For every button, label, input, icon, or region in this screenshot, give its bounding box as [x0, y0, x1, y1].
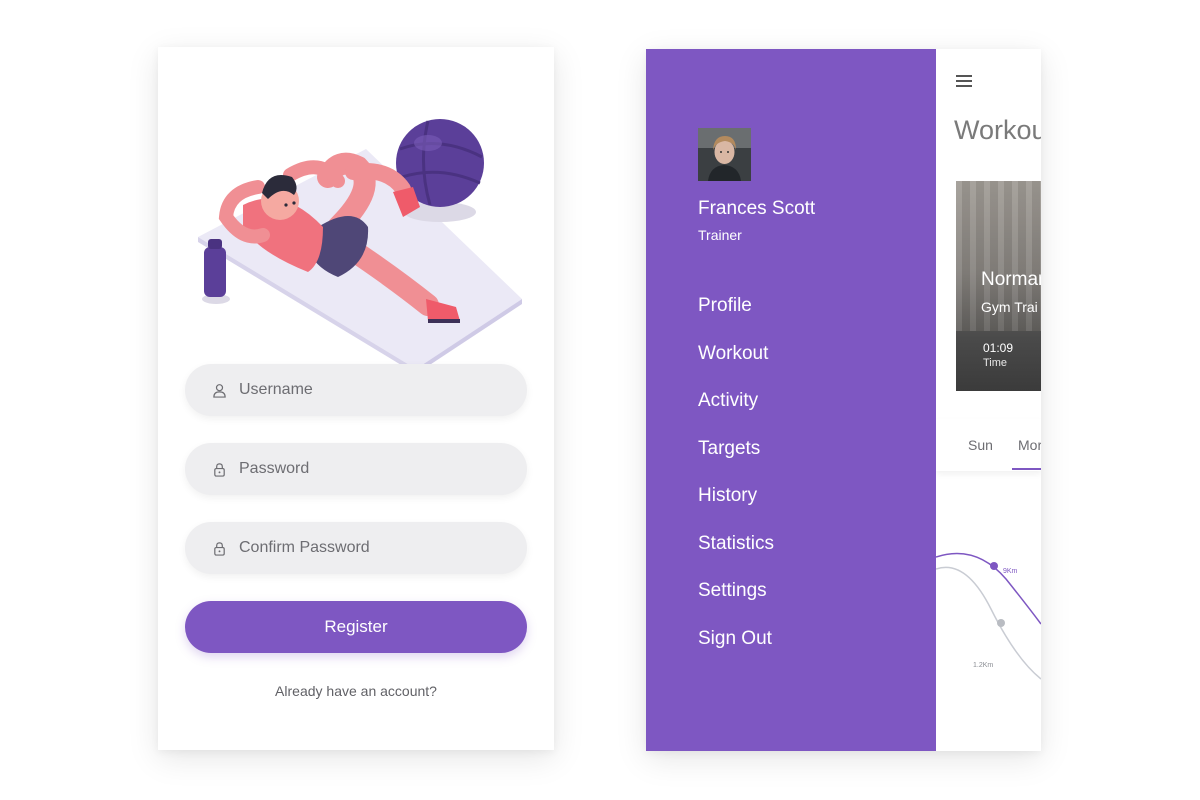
menu-item-settings[interactable]: Settings	[698, 579, 774, 627]
menu-item-profile[interactable]: Profile	[698, 294, 774, 342]
user-role: Trainer	[698, 227, 742, 243]
lock-icon	[211, 461, 227, 477]
password-field[interactable]	[185, 443, 527, 495]
trainer-card[interactable]: Normar Gym Trai 01:09 Time	[956, 181, 1041, 391]
card-time-value: 01:09	[983, 341, 1014, 355]
register-button[interactable]: Register	[185, 601, 527, 653]
workout-illustration	[198, 119, 522, 367]
password-input[interactable]	[239, 460, 519, 478]
menu-item-sign-out[interactable]: Sign Out	[698, 627, 774, 675]
username-input[interactable]	[239, 381, 519, 399]
login-link[interactable]: Already have an account?	[158, 683, 554, 699]
day-tabs: Sun Mor	[936, 419, 1041, 471]
lock-icon	[211, 540, 227, 556]
menu-item-statistics[interactable]: Statistics	[698, 532, 774, 580]
card-trainer-role: Gym Trai	[981, 299, 1038, 315]
tab-mon[interactable]: Mor	[1018, 437, 1041, 453]
register-screen: Register Already have an account?	[158, 47, 554, 750]
menu-item-targets[interactable]: Targets	[698, 437, 774, 485]
card-time-label: Time	[983, 357, 1008, 369]
confirm-password-field[interactable]	[185, 522, 527, 574]
menu-item-workout[interactable]: Workout	[698, 342, 774, 390]
menu-item-activity[interactable]: Activity	[698, 389, 774, 437]
menu-icon[interactable]	[956, 75, 974, 89]
stage: Register Already have an account? Workou…	[0, 0, 1200, 800]
distance-chart: 9Km 1.2Km	[936, 552, 1041, 680]
tab-sun[interactable]: Sun	[968, 437, 993, 453]
username-field[interactable]	[185, 364, 527, 416]
card-trainer-name: Normar	[981, 269, 1041, 290]
page-title: Workou	[954, 115, 1041, 145]
chart-label-secondary: 1.2Km	[973, 662, 993, 669]
confirm-password-input[interactable]	[239, 539, 519, 557]
drawer-menu: Profile Workout Activity Targets History…	[698, 294, 774, 674]
user-icon	[211, 382, 227, 398]
chart-line-primary	[936, 552, 1041, 625]
workout-screen: Workou Normar Gym Trai 01:09 Time Sun Mo…	[936, 49, 1041, 751]
menu-item-history[interactable]: History	[698, 484, 774, 532]
tab-active-indicator	[1012, 468, 1041, 470]
chart-point-primary	[990, 562, 998, 570]
user-name: Frances Scott	[698, 198, 816, 219]
nav-drawer: Frances Scott Trainer Profile Workout Ac…	[646, 49, 936, 751]
chart-point-secondary	[997, 619, 1005, 627]
chart-label-primary: 9Km	[1003, 568, 1018, 575]
avatar[interactable]	[698, 128, 751, 181]
drawer-screen: Workou Normar Gym Trai 01:09 Time Sun Mo…	[646, 49, 1041, 751]
